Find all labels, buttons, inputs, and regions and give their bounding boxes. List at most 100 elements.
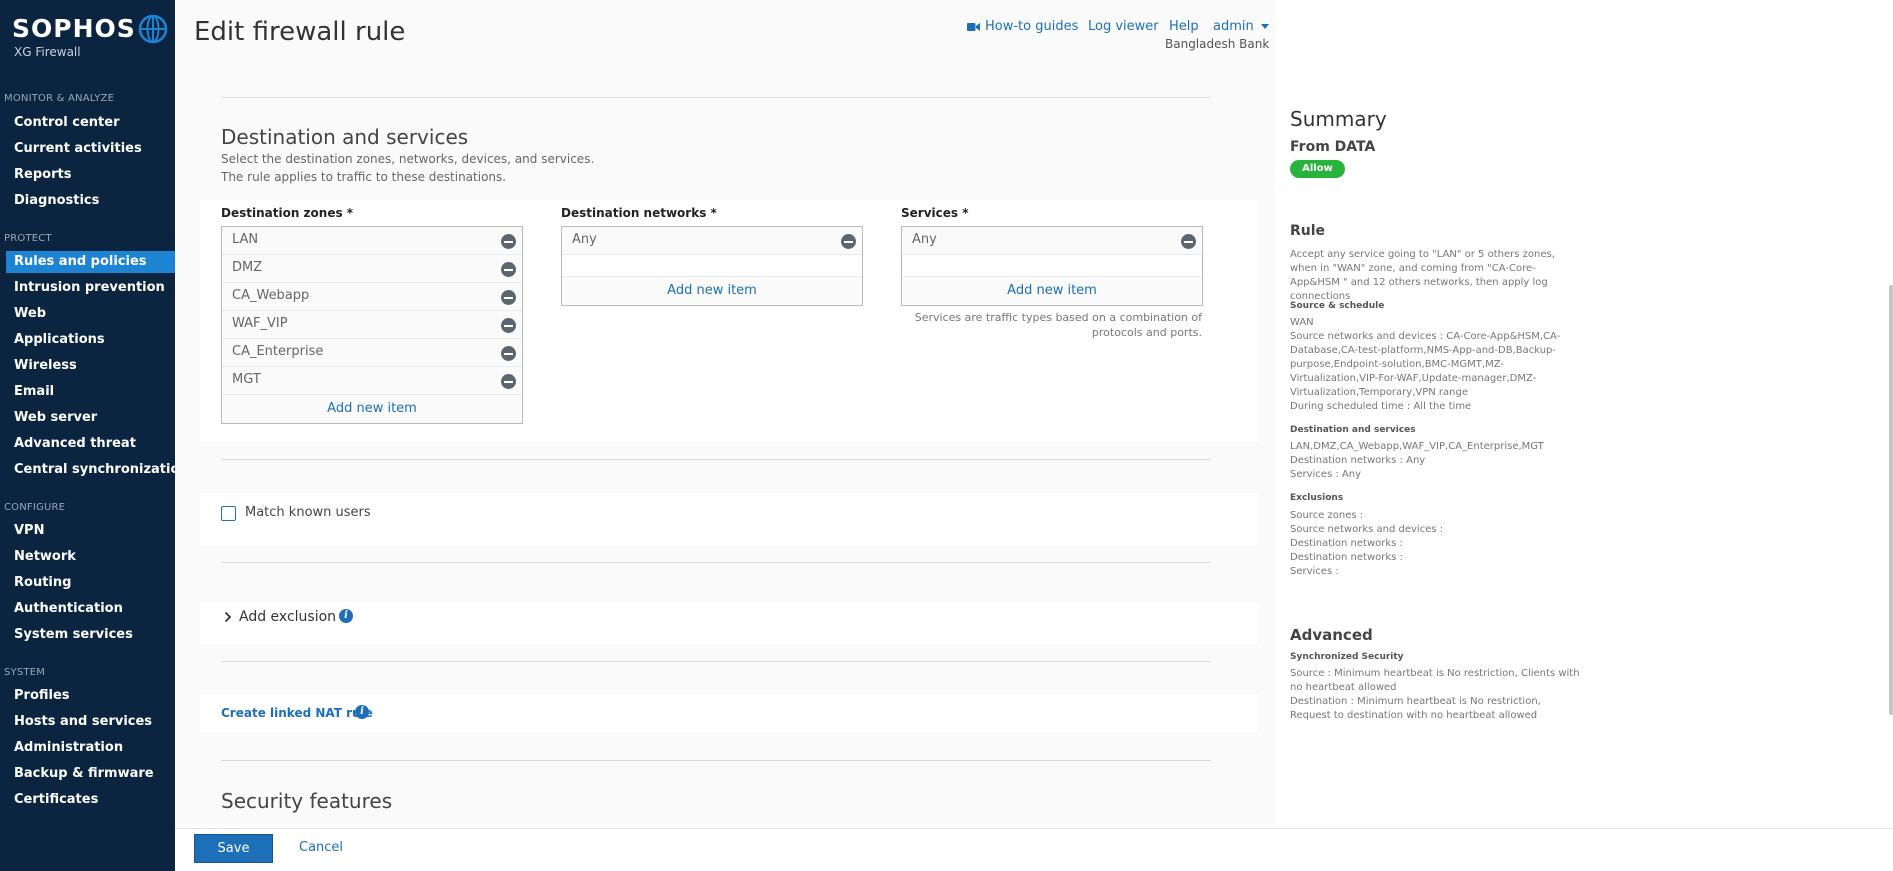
sidebar-item-intrusion-prevention[interactable]: Intrusion prevention (0, 277, 175, 299)
list-item: Any (562, 227, 862, 255)
summary-source-heading: Source & schedule (1290, 301, 1385, 311)
sidebar-item-hosts-and-services[interactable]: Hosts and services (0, 711, 175, 733)
summary-sync-destination: Destination : Minimum heartbeat is No re… (1290, 696, 1541, 721)
sophos-logo[interactable]: SOPHOS XG Firewall (12, 14, 168, 59)
product-name: XG Firewall (14, 45, 81, 59)
brand-name: SOPHOS (12, 14, 136, 43)
summary-exclusion-line: Source networks and devices : (1290, 524, 1444, 535)
summary-destination-networks: Destination networks : Any (1290, 455, 1426, 466)
list-item: CA_Webapp (222, 283, 522, 311)
destination-networks-label: Destination networks * (561, 206, 717, 220)
info-icon[interactable]: i (355, 705, 369, 719)
list-item: WAF_VIP (222, 311, 522, 339)
admin-label: admin (1213, 19, 1254, 34)
video-camera-icon (967, 23, 980, 31)
sidebar-item-email[interactable]: Email (0, 381, 175, 403)
security-features-title: Security features (221, 789, 393, 813)
section-divider (221, 97, 1211, 98)
remove-icon[interactable] (1181, 234, 1196, 249)
summary-schedule: During scheduled time : All the time (1290, 401, 1472, 412)
zone-name: MGT (232, 372, 261, 387)
nav-section-configure: CONFIGURE (4, 502, 66, 513)
services-label: Services * (901, 206, 969, 220)
add-exclusion-toggle[interactable]: Add exclusion (239, 609, 336, 625)
page-scrollbar[interactable] (1889, 285, 1893, 715)
sidebar-item-rules-and-policies[interactable]: Rules and policies (6, 251, 175, 273)
zone-name: WAF_VIP (232, 316, 288, 331)
allow-badge: Allow (1290, 160, 1345, 178)
remove-icon[interactable] (501, 234, 516, 249)
sidebar-item-current-activities[interactable]: Current activities (0, 138, 175, 160)
sidebar-item-web[interactable]: Web (0, 303, 175, 325)
sidebar-item-network[interactable]: Network (0, 546, 175, 568)
create-linked-nat-rule-link[interactable]: Create linked NAT rule (221, 706, 373, 720)
cancel-button[interactable]: Cancel (299, 840, 343, 855)
chevron-right-icon[interactable] (224, 611, 232, 623)
summary-source-zone: WAN (1290, 317, 1314, 328)
sidebar-item-certificates[interactable]: Certificates (0, 789, 175, 811)
save-button[interactable]: Save (194, 834, 273, 863)
sidebar-item-advanced-threat[interactable]: Advanced threat (0, 433, 175, 455)
zone-name: CA_Webapp (232, 288, 310, 303)
summary-destination-zones: LAN,DMZ,CA_Webapp,WAF_VIP,CA_Enterprise,… (1290, 441, 1544, 452)
list-item: Any (902, 227, 1202, 255)
nav-section-protect: PROTECT (4, 233, 52, 244)
sidebar-item-system-services[interactable]: System services (0, 624, 175, 646)
remove-icon[interactable] (841, 234, 856, 249)
summary-destination-services: Services : Any (1290, 469, 1361, 480)
sidebar-item-diagnostics[interactable]: Diagnostics (0, 190, 175, 212)
sidebar-item-reports[interactable]: Reports (0, 164, 175, 186)
help-link[interactable]: Help (1169, 19, 1199, 34)
info-icon[interactable]: i (339, 609, 353, 623)
add-service-button[interactable]: Add new item (902, 277, 1202, 305)
destination-zones-label: Destination zones * (221, 206, 354, 220)
summary-from: From DATA (1290, 139, 1376, 155)
remove-icon[interactable] (501, 318, 516, 333)
summary-exclusion-line: Services : (1290, 566, 1339, 577)
sidebar-item-central-synchronization[interactable]: Central synchronization (0, 459, 189, 481)
remove-icon[interactable] (501, 346, 516, 361)
sidebar-item-administration[interactable]: Administration (0, 737, 175, 759)
sidebar-item-wireless[interactable]: Wireless (0, 355, 175, 377)
globe-icon (138, 14, 168, 44)
zone-name: CA_Enterprise (232, 344, 324, 359)
add-zone-button[interactable]: Add new item (222, 395, 522, 423)
admin-menu[interactable]: admin (1213, 19, 1269, 34)
nav-section-monitor: MONITOR & ANALYZE (4, 93, 115, 104)
sidebar-item-profiles[interactable]: Profiles (0, 685, 175, 707)
sidebar-item-control-center[interactable]: Control center (0, 112, 175, 134)
remove-icon[interactable] (501, 290, 516, 305)
add-network-button[interactable]: Add new item (562, 277, 862, 305)
remove-icon[interactable] (501, 374, 516, 389)
destination-desc-2: The rule applies to traffic to these des… (221, 170, 507, 184)
action-footer (175, 828, 1893, 871)
section-divider (221, 760, 1211, 761)
destination-section-title: Destination and services (221, 125, 469, 149)
section-divider (221, 562, 1211, 563)
match-known-users-checkbox[interactable] (221, 506, 236, 521)
summary-exclusion-line: Destination networks : (1290, 538, 1403, 549)
services-note: Services are traffic types based on a co… (900, 310, 1202, 340)
services-list: Any Add new item (901, 226, 1203, 306)
list-item: LAN (222, 227, 522, 255)
summary-sync-source: Source : Minimum heartbeat is No restric… (1290, 668, 1580, 693)
how-to-guides-link[interactable]: How-to guides (985, 19, 1078, 34)
services-note-line-1: Services are traffic types based on a co… (914, 311, 1202, 324)
sidebar-item-applications[interactable]: Applications (0, 329, 175, 351)
remove-icon[interactable] (501, 262, 516, 277)
sidebar-item-routing[interactable]: Routing (0, 572, 175, 594)
nav-section-system: SYSTEM (4, 667, 46, 678)
log-viewer-link[interactable]: Log viewer (1088, 19, 1159, 34)
destination-networks-list: Any Add new item (561, 226, 863, 306)
sidebar-item-authentication[interactable]: Authentication (0, 598, 175, 620)
sidebar-item-vpn[interactable]: VPN (0, 520, 175, 542)
summary-title: Summary (1290, 107, 1387, 131)
sidebar-item-backup-firmware[interactable]: Backup & firmware (0, 763, 175, 785)
summary-source-networks: Source networks and devices : CA-Core-Ap… (1290, 331, 1561, 398)
match-known-users-label: Match known users (245, 505, 371, 520)
list-item: CA_Enterprise (222, 339, 522, 367)
sidebar: SOPHOS XG Firewall MONITOR & ANALYZE Con… (0, 0, 189, 871)
page-title: Edit firewall rule (194, 17, 406, 47)
sidebar-item-web-server[interactable]: Web server (0, 407, 175, 429)
list-item: MGT (222, 367, 522, 395)
